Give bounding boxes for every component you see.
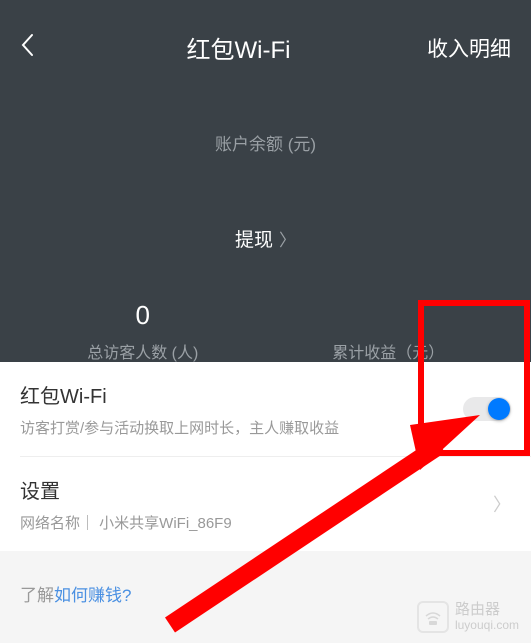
settings-row-title: 设置 — [20, 475, 493, 504]
watermark-text: 路由器 luyouqi.com — [455, 602, 519, 632]
page-title: 红包Wi-Fi — [50, 30, 427, 65]
header-panel: 红包Wi-Fi 收入明细 账户余额 (元) 提现〉 0 总访客人数 (人) 累计… — [0, 0, 531, 362]
balance-label: 账户余额 (元) — [0, 130, 531, 155]
settings-row-subtitle: 网络名称｜ 小米共享WiFi_86F9 — [20, 512, 493, 533]
settings-network-name: 小米共享WiFi_86F9 — [99, 515, 232, 532]
chevron-right-icon: 〉 — [493, 491, 511, 517]
stat-income-label: 累计收益（元） — [266, 339, 512, 363]
watermark-line2: luyouqi.com — [455, 619, 519, 632]
stat-visitors-value: 0 — [20, 300, 266, 331]
stat-visitors: 0 总访客人数 (人) — [20, 300, 266, 363]
chevron-left-icon — [20, 33, 34, 57]
content-section: 红包Wi-Fi 访客打赏/参与活动换取上网时长，主人赚取收益 设置 网络名称｜ … — [0, 362, 531, 551]
stats-row: 0 总访客人数 (人) 累计收益（元） — [0, 300, 531, 363]
nav-bar: 红包Wi-Fi 收入明细 — [0, 0, 531, 70]
help-prefix: 了解 — [20, 586, 54, 605]
withdraw-button[interactable]: 提现〉 — [0, 225, 531, 252]
stat-visitors-label: 总访客人数 (人) — [20, 339, 266, 363]
settings-sub-prefix: 网络名称｜ — [20, 515, 99, 532]
how-to-earn-link[interactable]: 如何赚钱? — [54, 586, 131, 605]
settings-row-text: 设置 网络名称｜ 小米共享WiFi_86F9 — [20, 475, 493, 533]
stat-income: 累计收益（元） — [266, 300, 512, 363]
watermark-line1: 路由器 — [455, 602, 519, 619]
income-detail-link[interactable]: 收入明细 — [427, 33, 511, 63]
wifi-row-title: 红包Wi-Fi — [20, 380, 463, 409]
watermark: 路由器 luyouqi.com — [417, 601, 519, 633]
wifi-row-subtitle: 访客打赏/参与活动换取上网时长，主人赚取收益 — [20, 417, 463, 438]
toggle-thumb-icon — [488, 398, 510, 420]
settings-row[interactable]: 设置 网络名称｜ 小米共享WiFi_86F9 〉 — [0, 457, 531, 551]
stat-income-value — [266, 300, 512, 331]
back-button[interactable] — [20, 32, 50, 64]
wifi-toggle-row: 红包Wi-Fi 访客打赏/参与活动换取上网时长，主人赚取收益 — [0, 362, 531, 456]
chevron-right-icon: 〉 — [279, 231, 296, 250]
wifi-row-text: 红包Wi-Fi 访客打赏/参与活动换取上网时长，主人赚取收益 — [20, 380, 463, 438]
router-icon — [417, 601, 449, 633]
wifi-toggle[interactable] — [463, 397, 511, 421]
withdraw-label: 提现 — [235, 230, 273, 251]
